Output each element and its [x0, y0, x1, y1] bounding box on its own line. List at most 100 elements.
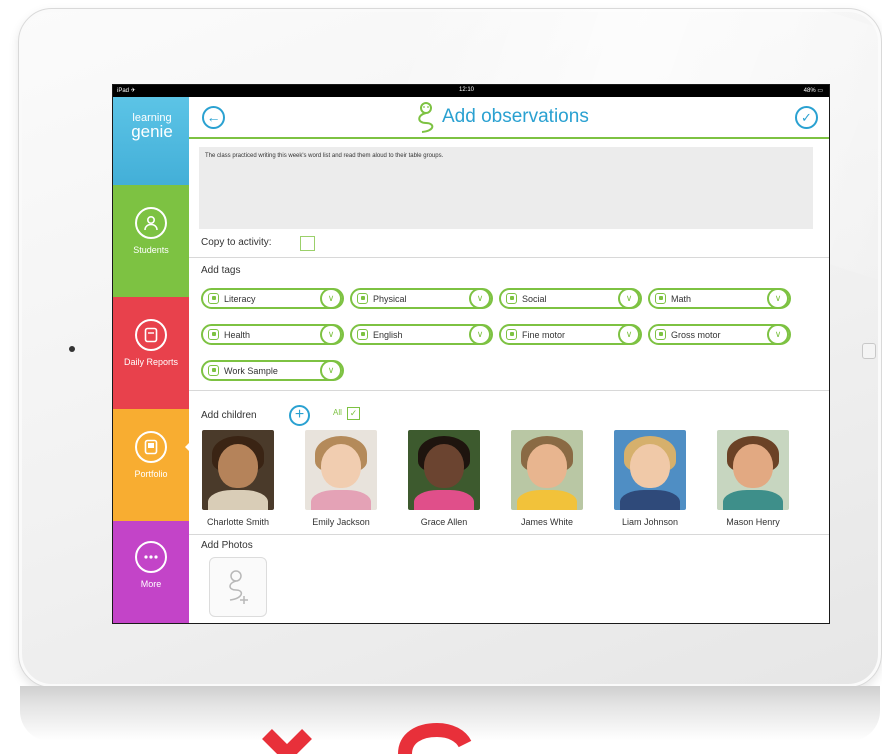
child-photo	[305, 430, 377, 510]
portfolio-icon	[135, 431, 167, 463]
chevron-down-icon[interactable]: ∨	[618, 324, 640, 345]
back-arrow-icon[interactable]: ←	[202, 106, 225, 129]
add-photos-label: Add Photos	[201, 540, 253, 551]
child-photo	[511, 430, 583, 510]
photo-face	[218, 444, 258, 488]
observation-textarea[interactable]: The class practiced writing this week's …	[199, 147, 813, 229]
child-card-charlotte-smith[interactable]: Charlotte Smith	[190, 430, 286, 527]
chevron-down-icon[interactable]: ∨	[618, 288, 640, 309]
chevron-down-icon[interactable]: ∨	[469, 324, 491, 345]
tag-literacy[interactable]: Literacy ∨	[201, 288, 344, 309]
app-logo: learning genie	[113, 97, 189, 185]
tag-icon	[208, 329, 219, 340]
tag-english[interactable]: English ∨	[350, 324, 493, 345]
tag-label: Work Sample	[224, 366, 278, 376]
chevron-down-icon[interactable]: ∨	[320, 288, 342, 309]
tag-physical[interactable]: Physical ∨	[350, 288, 493, 309]
clock: 12:10	[459, 87, 475, 93]
child-name: Emily Jackson	[312, 517, 370, 527]
chevron-down-icon[interactable]: ∨	[767, 324, 789, 345]
header: ← Add observations ✓	[189, 97, 829, 139]
sidebar-item-portfolio[interactable]: Portfolio	[113, 409, 189, 521]
tag-work-sample[interactable]: Work Sample ∨	[201, 360, 344, 381]
tag-label: Health	[224, 330, 251, 340]
photo-face	[527, 444, 567, 488]
sidebar-item-students[interactable]: Students	[113, 185, 189, 297]
photo-face	[424, 444, 464, 488]
checkmark-icon[interactable]: ✓	[795, 106, 818, 129]
sidebar-item-label: More	[140, 579, 162, 589]
tag-icon	[357, 293, 368, 304]
more-icon	[135, 541, 167, 573]
photo-shirt	[517, 490, 577, 510]
child-card-liam-johnson[interactable]: Liam Johnson	[602, 430, 698, 527]
sidebar-item-label: Daily Reports	[123, 357, 179, 367]
brand-logo-partial	[255, 714, 495, 754]
child-name: Liam Johnson	[621, 517, 679, 527]
photo-face	[630, 444, 670, 488]
select-all-checkbox[interactable]: ✓	[347, 407, 360, 420]
tag-label: Social	[522, 294, 547, 304]
photo-shirt	[723, 490, 783, 510]
tags-label: Add tags	[201, 265, 241, 276]
tag-icon	[655, 293, 666, 304]
tag-icon	[208, 293, 219, 304]
page-title: Add observations	[442, 106, 589, 127]
sidebar-item-more[interactable]: More	[113, 521, 189, 623]
sidebar-item-daily-reports[interactable]: Daily Reports	[113, 297, 189, 409]
tag-math[interactable]: Math ∨	[648, 288, 791, 309]
tag-icon	[506, 329, 517, 340]
child-card-grace-allen[interactable]: Grace Allen	[396, 430, 492, 527]
sidebar: learning genie Students Daily Reports Po…	[113, 97, 189, 623]
add-photo-button[interactable]	[209, 557, 267, 617]
child-name: Grace Allen	[420, 517, 468, 527]
tag-label: Literacy	[224, 294, 256, 304]
battery: 48% ▭	[803, 88, 823, 94]
ipad-frame: iPad ✈ 12:10 48% ▭ learning genie Studen…	[18, 8, 882, 688]
logo-line2: genie	[131, 122, 173, 141]
tag-icon	[208, 365, 219, 376]
logo-text: learning genie	[122, 113, 182, 141]
add-child-icon[interactable]: +	[289, 405, 310, 426]
chevron-down-icon[interactable]: ∨	[320, 324, 342, 345]
photo-shirt	[620, 490, 680, 510]
chevron-down-icon[interactable]: ∨	[469, 288, 491, 309]
add-children-label: Add children	[201, 410, 257, 421]
app-screen: iPad ✈ 12:10 48% ▭ learning genie Studen…	[112, 84, 830, 624]
sidebar-item-label: Portfolio	[134, 469, 168, 479]
vs-logo-graphic	[262, 722, 472, 754]
photo-shirt	[311, 490, 371, 510]
tag-label: Gross motor	[671, 330, 721, 340]
tag-gross-motor[interactable]: Gross motor ∨	[648, 324, 791, 345]
copy-to-activity-label: Copy to activity:	[201, 237, 272, 248]
camera-dot	[69, 346, 75, 352]
child-photo	[717, 430, 789, 510]
chevron-down-icon[interactable]: ∨	[320, 360, 342, 381]
tag-icon	[357, 329, 368, 340]
child-name: James White	[520, 517, 573, 527]
copy-to-activity-checkbox[interactable]	[300, 236, 315, 251]
child-photo	[408, 430, 480, 510]
tag-social[interactable]: Social ∨	[499, 288, 642, 309]
document-icon	[135, 319, 167, 351]
tag-label: Physical	[373, 294, 407, 304]
child-card-emily-jackson[interactable]: Emily Jackson	[293, 430, 389, 527]
tag-icon	[506, 293, 517, 304]
tag-label: English	[373, 330, 403, 340]
person-icon	[135, 207, 167, 239]
main-panel: ← Add observations ✓ The class practiced…	[189, 97, 829, 623]
chevron-down-icon[interactable]: ∨	[767, 288, 789, 309]
child-name: Charlotte Smith	[206, 517, 270, 527]
photo-shirt	[208, 490, 268, 510]
tag-fine-motor[interactable]: Fine motor ∨	[499, 324, 642, 345]
tag-health[interactable]: Health ∨	[201, 324, 344, 345]
add-photo-icon	[229, 570, 248, 604]
sidebar-item-label: Students	[133, 245, 169, 255]
child-photo	[614, 430, 686, 510]
status-bar: iPad ✈ 12:10 48% ▭	[113, 85, 829, 97]
child-card-mason-henry[interactable]: Mason Henry	[705, 430, 801, 527]
all-label: All	[333, 408, 342, 417]
child-card-james-white[interactable]: James White	[499, 430, 595, 527]
divider	[189, 257, 829, 258]
photo-face	[321, 444, 361, 488]
